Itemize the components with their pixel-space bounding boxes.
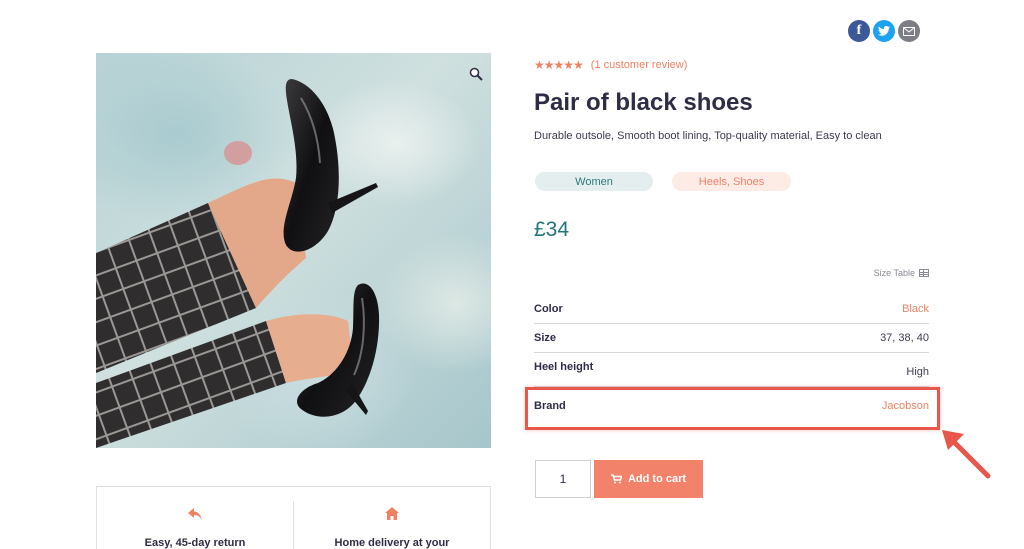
product-rating: ★★★★★ (1 customer review)	[534, 58, 687, 72]
attribute-value-link[interactable]: Black	[902, 303, 929, 315]
attribute-divider	[534, 323, 929, 324]
facebook-glyph: f	[856, 23, 862, 38]
benefits-box: Easy, 45-day return Home delivery at you…	[96, 486, 491, 549]
cart-icon	[610, 474, 622, 484]
facebook-icon[interactable]: f	[848, 20, 870, 42]
annotation-arrow-icon	[942, 430, 991, 479]
attribute-label: Size	[534, 332, 557, 344]
add-to-cart-label: Add to cart	[627, 473, 687, 485]
star-rating-icon: ★★★★★	[534, 58, 584, 72]
reply-arrow-icon	[188, 507, 202, 523]
attribute-row-heel-height: Heel height High	[534, 361, 929, 380]
product-image[interactable]	[96, 53, 491, 448]
zoom-icon[interactable]	[468, 66, 484, 82]
quantity-input[interactable]: 1	[535, 460, 591, 498]
highlight-box	[525, 387, 940, 430]
twitter-bird-icon	[878, 26, 890, 36]
attribute-label: Color	[534, 303, 563, 315]
add-to-cart-button[interactable]: Add to cart	[594, 460, 703, 498]
attribute-value: 37, 38, 40	[880, 332, 929, 344]
social-share: f	[848, 20, 920, 42]
shoes-illustration	[96, 79, 380, 448]
customer-review-link[interactable]: (1 customer review)	[591, 59, 688, 71]
size-table-label: Size Table	[873, 268, 915, 278]
attribute-label: Heel height	[534, 361, 594, 373]
envelope-icon	[903, 26, 915, 36]
attribute-value: High	[906, 366, 929, 378]
home-icon	[385, 507, 399, 523]
product-description: Durable outsole, Smooth boot lining, Top…	[534, 130, 882, 142]
table-icon	[919, 269, 929, 277]
size-table-link[interactable]: Size Table	[874, 268, 929, 278]
attribute-row-size: Size 37, 38, 40	[534, 332, 929, 344]
twitter-icon[interactable]	[873, 20, 895, 42]
benefit-text: Home delivery at your	[334, 537, 450, 549]
benefit-text: Easy, 45-day return	[144, 537, 246, 549]
email-icon[interactable]	[898, 20, 920, 42]
product-price: £34	[534, 218, 570, 241]
attribute-row-color: Color Black	[534, 303, 929, 315]
category-tag-heels-shoes[interactable]: Heels, Shoes	[672, 172, 791, 191]
magnifier-icon	[469, 67, 483, 81]
attribute-divider	[534, 352, 929, 353]
category-tag-women[interactable]: Women	[535, 172, 653, 191]
product-title: Pair of black shoes	[534, 89, 753, 116]
benefit-delivery: Home delivery at your	[293, 501, 490, 549]
benefit-returns: Easy, 45-day return	[97, 487, 293, 549]
